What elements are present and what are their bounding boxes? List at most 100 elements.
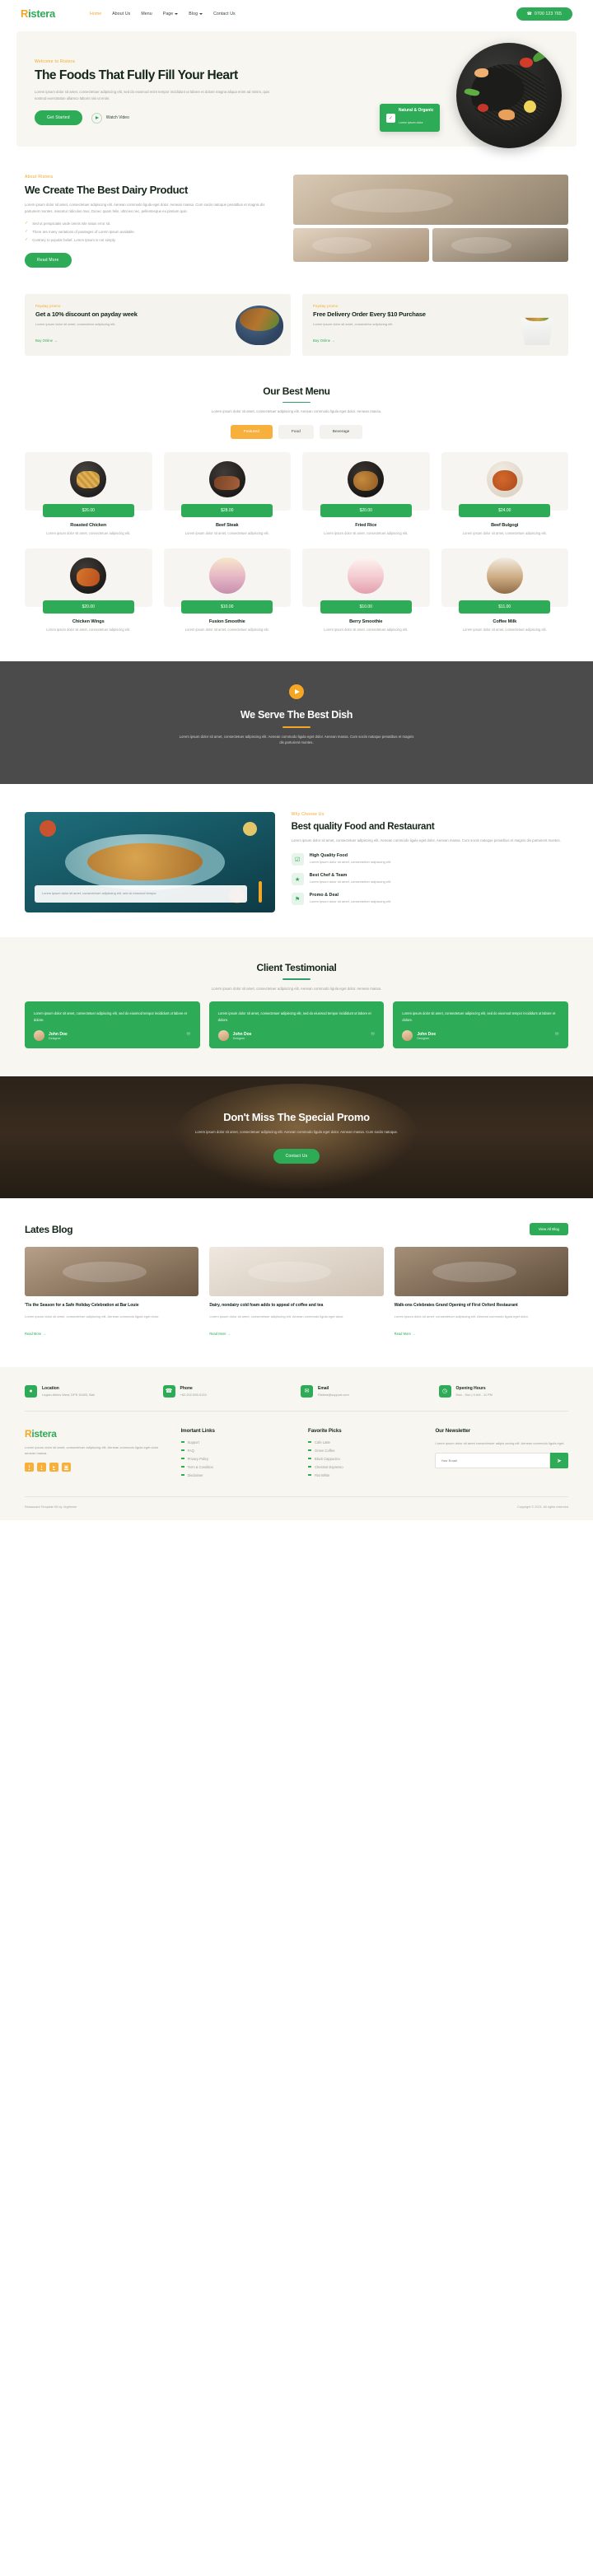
badge-title: Natural & Organic — [398, 108, 434, 113]
price-badge: $20.00 — [42, 600, 134, 614]
newsletter-form: ➤ — [435, 1453, 568, 1469]
header-phone-button[interactable]: ☎ 0700 123 765 — [516, 7, 572, 21]
footer-logo[interactable]: Ristera — [25, 1428, 170, 1440]
hero-content: Welcome to Ristera The Foods That Fully … — [35, 49, 281, 127]
footer-pick-link[interactable]: Flat White — [315, 1473, 329, 1477]
menu-card[interactable]: $28.00 Beef Steak Lorem ipsum dolor sit … — [163, 452, 291, 537]
chef-icon: ★ — [291, 873, 304, 885]
promo-buy-online-link[interactable]: Buy Online → — [35, 338, 58, 343]
blog-card[interactable]: 'Tis the Season for a Safe Holiday Celeb… — [25, 1247, 199, 1339]
title-divider — [282, 978, 311, 980]
footer-link[interactable]: Support — [188, 1440, 199, 1444]
logo-rest: istera — [31, 1427, 57, 1440]
menu-card[interactable]: $20.00 Fried Rice Lorem ipsum dolor sit … — [302, 452, 430, 537]
testimonial-role: Designer — [232, 1036, 245, 1040]
dash-icon — [308, 1441, 312, 1443]
contact-phone: ☎ Phone +62-202-555-0133 — [162, 1384, 293, 1398]
list-item: Green Coffee — [308, 1449, 423, 1453]
nav-item-page[interactable]: Page — [163, 12, 179, 16]
footer-pick-link[interactable]: Chestnut Espresso — [315, 1465, 343, 1469]
check-icon: ✓ — [25, 221, 29, 226]
footer-contact-row: ● Location Legian Atkins West, DPS 15493… — [25, 1384, 568, 1412]
roasted-chicken-image — [70, 461, 107, 498]
arrow-right-icon: → — [331, 338, 335, 343]
arrow-right-icon: → — [54, 338, 58, 343]
menu-card[interactable]: $20.00 Chicken Wings Lorem ipsum dolor s… — [25, 548, 152, 633]
get-started-button[interactable]: Get Started — [35, 110, 82, 126]
list-item: Disclaimer — [180, 1473, 296, 1477]
footer-link[interactable]: Privacy Policy — [188, 1457, 208, 1461]
quality-quote-text: Lorem ipsum dolor sit amet, consectetuer… — [42, 891, 157, 896]
twitter-icon[interactable]: t — [37, 1463, 46, 1472]
footer-pick-link[interactable]: Green Coffee — [315, 1449, 335, 1453]
list-item: Chestnut Espresso — [308, 1465, 423, 1469]
view-all-blog-button[interactable]: View All Blog — [529, 1223, 568, 1236]
nav-label: Contact Us — [213, 11, 236, 16]
blog-card[interactable]: Dairy, nondairy cold foam adds to appeal… — [209, 1247, 384, 1339]
title-divider — [282, 726, 311, 728]
nav-item-contact-us[interactable]: Contact Us — [213, 12, 236, 16]
promo-buy-online-link[interactable]: Buy Online → — [313, 338, 335, 343]
about-image-secondary-1 — [292, 228, 429, 262]
nav-label: Blog — [189, 11, 198, 16]
nav-item-menu[interactable]: Menu — [141, 12, 152, 16]
site-logo[interactable]: Ristera — [21, 7, 55, 20]
menu-card[interactable]: $10.00 Berry Smoothie Lorem ipsum dolor … — [302, 548, 430, 633]
blog-grid: 'Tis the Season for a Safe Holiday Celeb… — [25, 1247, 568, 1339]
leaf-icon: ✓ — [385, 113, 395, 123]
tab-food[interactable]: Food — [278, 425, 314, 440]
nav-item-blog[interactable]: Blog — [189, 12, 203, 16]
testimonial-cards: Lorem ipsum dolor sit amet, consectetuer… — [25, 1001, 569, 1049]
about-read-more-button[interactable]: Read More — [25, 253, 72, 268]
nav-label: Page — [162, 11, 174, 16]
arrow-right-icon: → — [42, 1331, 46, 1336]
play-icon — [91, 112, 102, 124]
newsletter-submit-button[interactable]: ➤ — [549, 1453, 568, 1469]
blog-read-more-link[interactable]: Read More → — [209, 1332, 231, 1336]
site-header: Ristera Home About Us Menu Page Blog Con… — [0, 0, 593, 27]
footer-link[interactable]: Disclaimer — [188, 1473, 203, 1477]
menu-item-name: Beef Bulgogi — [491, 523, 519, 529]
tab-featured[interactable]: Featured — [230, 425, 273, 440]
banner-contact-us-button[interactable]: Contact Us — [273, 1148, 320, 1164]
promo-card-delivery[interactable]: Payday promo Free Delivery Order Every $… — [302, 294, 568, 356]
youtube-icon[interactable]: ▸ — [49, 1463, 58, 1472]
watch-video-button[interactable]: Watch Video — [91, 112, 129, 124]
testimonial-section: Client Testimonial Lorem ipsum dolor sit… — [0, 937, 593, 1077]
newsletter-email-input[interactable] — [435, 1453, 550, 1469]
feature-title: Best Chef & Team — [309, 873, 348, 878]
special-promo-banner: Don't Miss The Special Promo Lorem ipsum… — [0, 1076, 593, 1199]
menu-card[interactable]: $11.00 Coffee Milk Lorem ipsum dolor sit… — [441, 548, 568, 633]
check-label: Sed ut perspiciatis unde omnis iste natu… — [32, 222, 111, 226]
title-divider — [282, 401, 311, 404]
blog-image-3 — [394, 1247, 568, 1297]
facebook-icon[interactable]: f — [25, 1463, 34, 1472]
nav-item-about-us[interactable]: About Us — [112, 12, 130, 16]
list-item: Black Cappucino — [308, 1457, 423, 1461]
instagram-icon[interactable]: ▣ — [62, 1463, 71, 1472]
coffee-milk-image — [486, 558, 523, 595]
menu-item-name: Beef Steak — [215, 523, 239, 529]
nav-label: About Us — [112, 11, 131, 16]
footer-pick-link[interactable]: Black Cappucino — [315, 1457, 340, 1461]
quote-icon: ❞ — [186, 1032, 191, 1042]
tab-beverage[interactable]: Beverage — [319, 425, 363, 440]
footer-pick-link[interactable]: Cafe Latte — [315, 1440, 330, 1444]
play-icon[interactable] — [289, 684, 304, 699]
nav-item-home[interactable]: Home — [90, 12, 101, 16]
feature-desc: Lorem ipsum dolor sit amet, consectetuer… — [309, 880, 392, 884]
menu-card[interactable]: $26.00 Roasted Chicken Lorem ipsum dolor… — [25, 452, 152, 537]
menu-card[interactable]: $24.00 Beef Bulgogi Lorem ipsum dolor si… — [441, 452, 568, 537]
check-icon: ✓ — [25, 237, 29, 243]
promo-body: Lorem ipsum dolor sit amet, consectetur … — [35, 321, 116, 326]
avatar — [402, 1030, 413, 1042]
footer-links-column: Imortant Links Support FAQ Privacy Polic… — [180, 1428, 296, 1482]
menu-card[interactable]: $10.00 Fusion Smoothie Lorem ipsum dolor… — [163, 548, 291, 633]
feature-desc: Lorem ipsum dolor sit amet, consectetuer… — [309, 860, 392, 864]
footer-link[interactable]: FAQ — [188, 1449, 194, 1453]
footer-link[interactable]: Term & Condition — [188, 1465, 213, 1469]
blog-read-more-link[interactable]: Read More → — [25, 1332, 46, 1336]
blog-card[interactable]: Walk-ons Celebrates Grand Opening of Fir… — [394, 1247, 568, 1339]
promo-card-payday[interactable]: Payday promo Get a 10% discount on payda… — [25, 294, 291, 356]
blog-read-more-link[interactable]: Read More → — [395, 1332, 416, 1336]
